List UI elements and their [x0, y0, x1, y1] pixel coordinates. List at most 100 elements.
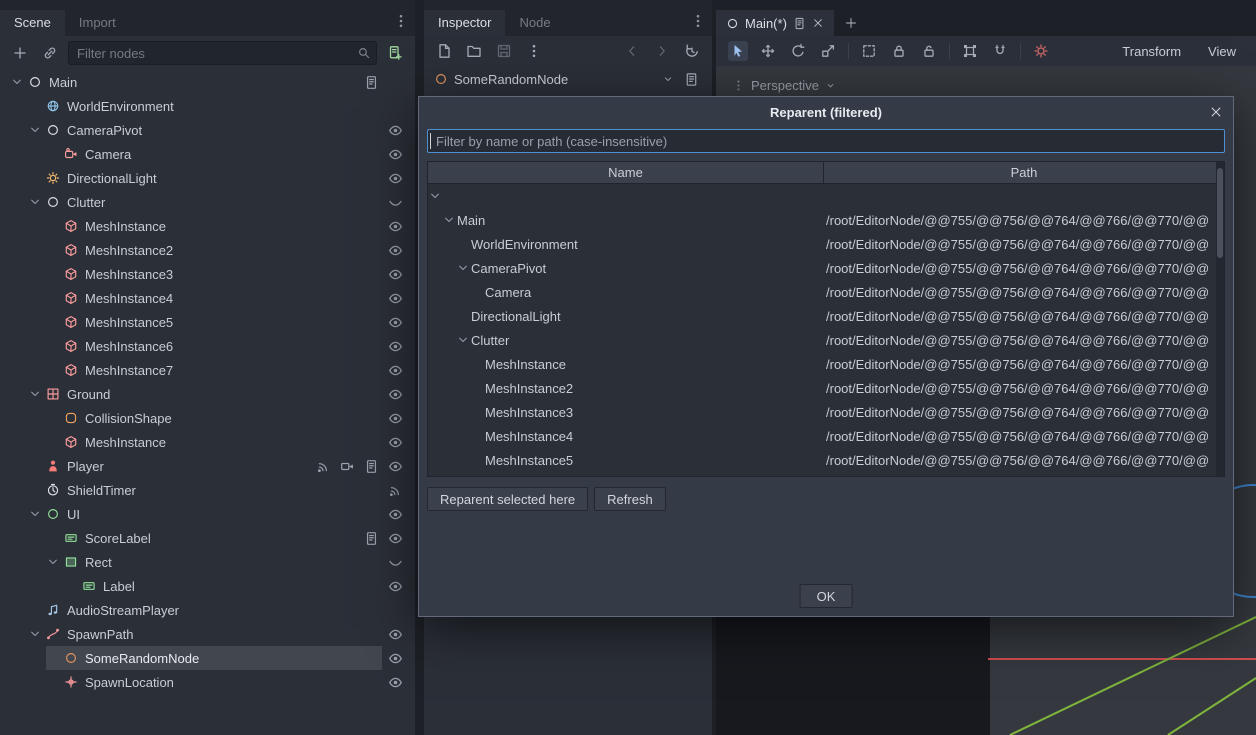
visibility-icon[interactable]	[388, 243, 403, 258]
lock-selected-icon[interactable]	[889, 41, 909, 61]
instance-scene-icon[interactable]	[40, 43, 60, 63]
tab-inspector[interactable]: Inspector	[424, 10, 506, 36]
scene-tree-row-spawnpath[interactable]: SpawnPath	[0, 622, 415, 646]
reparent-selected-button[interactable]: Reparent selected here	[427, 487, 589, 511]
ok-button[interactable]: OK	[799, 584, 853, 608]
visibility-icon[interactable]	[388, 123, 403, 138]
visibility-icon[interactable]	[388, 651, 403, 666]
scene-tree-row-meshinstance7[interactable]: MeshInstance7	[0, 358, 415, 382]
reparent-row-clutter[interactable]: Clutter/root/EditorNode/@@755/@@756/@@76…	[428, 328, 1216, 352]
reparent-filter-input[interactable]	[427, 129, 1225, 153]
collapse-icon[interactable]	[28, 628, 41, 640]
scrollbar[interactable]	[1216, 162, 1224, 476]
visibility-icon[interactable]	[388, 531, 403, 546]
attach-script-icon[interactable]	[385, 43, 405, 63]
dock-menu-icon[interactable]	[393, 13, 409, 29]
script-icon[interactable]	[793, 17, 806, 30]
visibility-icon[interactable]	[388, 435, 403, 450]
rotate-tool-icon[interactable]	[788, 41, 808, 61]
edited-object-selector[interactable]: SomeRandomNode	[424, 66, 712, 92]
signal-connections-icon[interactable]	[388, 483, 403, 498]
script-icon[interactable]	[364, 459, 379, 474]
visibility-icon[interactable]	[388, 339, 403, 354]
reparent-row-camera[interactable]: Camera/root/EditorNode/@@755/@@756/@@764…	[428, 280, 1216, 304]
resource-options-icon[interactable]	[524, 41, 544, 61]
close-tab-icon[interactable]	[812, 17, 824, 29]
scrollbar-thumb[interactable]	[1217, 168, 1223, 258]
list-select-tool-icon[interactable]	[859, 41, 879, 61]
visibility-icon[interactable]	[388, 315, 403, 330]
visibility-icon[interactable]	[388, 147, 403, 162]
scene-tree-row-meshinstance6[interactable]: MeshInstance6	[0, 334, 415, 358]
scene-tree-row-camerapivot[interactable]: CameraPivot	[0, 118, 415, 142]
scene-tree-row-ui[interactable]: UI	[0, 502, 415, 526]
scene-tree-row-spawnlocation[interactable]: SpawnLocation	[0, 670, 415, 694]
reparent-row-root[interactable]	[428, 184, 1216, 208]
visibility-icon[interactable]	[388, 387, 403, 402]
visibility-icon[interactable]	[388, 411, 403, 426]
load-resource-icon[interactable]	[464, 41, 484, 61]
scene-tree-row-clutter[interactable]: Clutter	[0, 190, 415, 214]
scene-tree-row-directionallight[interactable]: DirectionalLight	[0, 166, 415, 190]
scene-tree-row-audiostreamplayer[interactable]: AudioStreamPlayer	[0, 598, 415, 622]
script-icon[interactable]	[364, 75, 379, 90]
scene-tree-row-meshinstance4[interactable]: MeshInstance4	[0, 286, 415, 310]
snap-toggle-icon[interactable]	[990, 41, 1010, 61]
visibility-off-icon[interactable]	[388, 195, 403, 210]
unlock-selected-icon[interactable]	[919, 41, 939, 61]
collapse-icon[interactable]	[456, 262, 469, 274]
scene-tree-row-scorelabel[interactable]: ScoreLabel	[0, 526, 415, 550]
new-resource-icon[interactable]	[434, 41, 454, 61]
transform-menu[interactable]: Transform	[1114, 44, 1189, 59]
scene-tree-row-rect[interactable]: Rect	[0, 550, 415, 574]
scene-tree-row-main[interactable]: Main	[0, 70, 415, 94]
scene-tree-row-player[interactable]: Player	[0, 454, 415, 478]
collapse-icon[interactable]	[28, 388, 41, 400]
scene-tree-row-collisionshape[interactable]: CollisionShape	[0, 406, 415, 430]
reparent-row-worldenvironment[interactable]: WorldEnvironment/root/EditorNode/@@755/@…	[428, 232, 1216, 256]
open-docs-button[interactable]	[680, 68, 702, 90]
close-dialog-icon[interactable]	[1209, 105, 1223, 119]
signal-connections-icon[interactable]	[316, 459, 331, 474]
group-selected-icon[interactable]	[960, 41, 980, 61]
reparent-row-camerapivot[interactable]: CameraPivot/root/EditorNode/@@755/@@756/…	[428, 256, 1216, 280]
visibility-icon[interactable]	[388, 627, 403, 642]
refresh-button[interactable]: Refresh	[594, 487, 666, 511]
environment-toggle-icon[interactable]	[1031, 41, 1051, 61]
reparent-row-directionallight[interactable]: DirectionalLight/root/EditorNode/@@755/@…	[428, 304, 1216, 328]
visibility-icon[interactable]	[388, 675, 403, 690]
visibility-icon[interactable]	[388, 171, 403, 186]
scene-tree-row-meshinstance5[interactable]: MeshInstance5	[0, 310, 415, 334]
collapse-icon[interactable]	[10, 76, 23, 88]
scene-tree-row-meshinstance3[interactable]: MeshInstance3	[0, 262, 415, 286]
perspective-menu[interactable]: Perspective	[732, 78, 836, 93]
scene-tree-row-meshinstance[interactable]: MeshInstance	[0, 430, 415, 454]
collapse-icon[interactable]	[28, 508, 41, 520]
visibility-icon[interactable]	[388, 459, 403, 474]
reparent-row-meshinstance3[interactable]: MeshInstance3/root/EditorNode/@@755/@@75…	[428, 400, 1216, 424]
reparent-row-meshinstance2[interactable]: MeshInstance2/root/EditorNode/@@755/@@75…	[428, 376, 1216, 400]
reparent-row-meshinstance[interactable]: MeshInstance/root/EditorNode/@@755/@@756…	[428, 352, 1216, 376]
collapse-icon[interactable]	[428, 190, 441, 202]
reparent-row-meshinstance5[interactable]: MeshInstance5/root/EditorNode/@@755/@@75…	[428, 448, 1216, 472]
visibility-icon[interactable]	[388, 579, 403, 594]
history-back-icon[interactable]	[622, 41, 642, 61]
visibility-off-icon[interactable]	[388, 555, 403, 570]
collapse-icon[interactable]	[46, 556, 59, 568]
object-history-icon[interactable]	[682, 41, 702, 61]
scene-tab-main[interactable]: Main(*)	[716, 10, 834, 36]
add-node-icon[interactable]	[10, 43, 30, 63]
visibility-icon[interactable]	[388, 363, 403, 378]
collapse-icon[interactable]	[456, 334, 469, 346]
visibility-icon[interactable]	[388, 507, 403, 522]
scale-tool-icon[interactable]	[818, 41, 838, 61]
script-icon[interactable]	[364, 531, 379, 546]
scene-tree-row-shieldtimer[interactable]: ShieldTimer	[0, 478, 415, 502]
visibility-icon[interactable]	[388, 267, 403, 282]
select-tool-icon[interactable]	[728, 41, 748, 61]
collapse-icon[interactable]	[442, 214, 455, 226]
scene-tree-row-ground[interactable]: Ground	[0, 382, 415, 406]
tab-scene[interactable]: Scene	[0, 10, 65, 36]
scene-tree-row-somerandomnode[interactable]: SomeRandomNode	[0, 646, 415, 670]
visibility-icon[interactable]	[388, 291, 403, 306]
